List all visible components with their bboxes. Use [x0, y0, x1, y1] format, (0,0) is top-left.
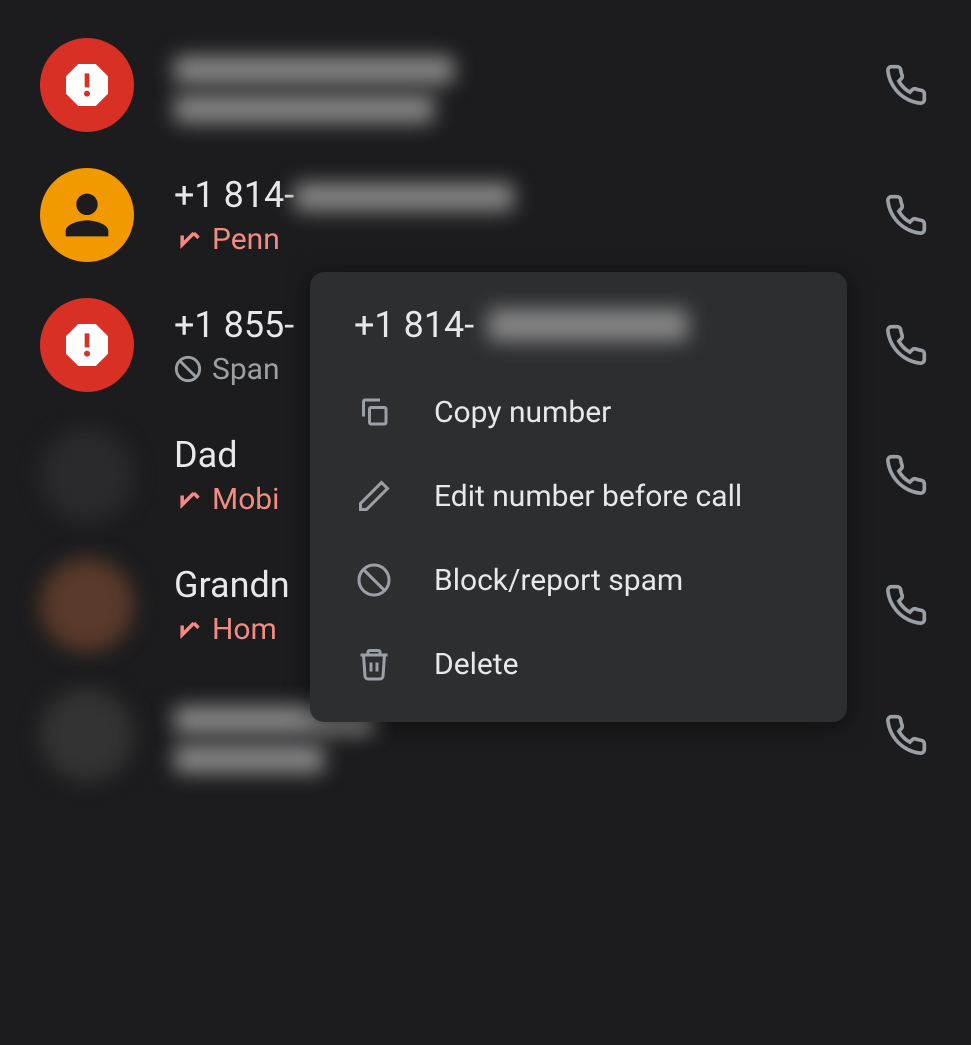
contact-avatar [40, 428, 134, 522]
phone-icon [884, 63, 928, 107]
menu-label: Block/report spam [434, 563, 683, 598]
missed-call-icon [174, 485, 202, 513]
menu-copy-number[interactable]: Copy number [310, 370, 847, 454]
call-title [174, 47, 881, 89]
menu-edit-number[interactable]: Edit number before call [310, 454, 847, 538]
call-subtitle: Penn [174, 222, 881, 257]
obscured-text [488, 309, 688, 341]
menu-delete[interactable]: Delete [310, 622, 847, 706]
phone-icon [884, 323, 928, 367]
call-title: +1 814- [174, 174, 881, 216]
contact-avatar [40, 558, 134, 652]
trash-icon [354, 644, 394, 684]
alert-octagon-icon [59, 57, 115, 113]
missed-call-icon [174, 225, 202, 253]
call-button[interactable] [881, 580, 931, 630]
call-subtitle [174, 745, 881, 773]
person-avatar [40, 168, 134, 262]
call-button[interactable] [881, 710, 931, 760]
obscured-text [174, 56, 454, 84]
missed-call-icon [174, 615, 202, 643]
menu-label: Edit number before call [434, 479, 742, 514]
call-row[interactable] [0, 20, 971, 150]
call-row[interactable]: +1 814- Penn [0, 150, 971, 280]
call-subtitle [174, 95, 881, 123]
spam-avatar [40, 38, 134, 132]
phone-icon [884, 713, 928, 757]
call-button[interactable] [881, 190, 931, 240]
obscured-text [174, 95, 434, 123]
copy-icon [354, 392, 394, 432]
call-button[interactable] [881, 320, 931, 370]
alert-octagon-icon [59, 317, 115, 373]
pencil-icon [354, 476, 394, 516]
obscured-text [174, 745, 324, 773]
spam-avatar [40, 298, 134, 392]
obscured-text [294, 183, 514, 211]
phone-icon [884, 583, 928, 627]
block-icon [354, 560, 394, 600]
person-icon [55, 183, 119, 247]
phone-icon [884, 193, 928, 237]
call-row-text: +1 814- Penn [174, 174, 881, 257]
menu-title: +1 814- [310, 304, 847, 370]
phone-icon [884, 453, 928, 497]
block-icon [174, 355, 202, 383]
call-button[interactable] [881, 450, 931, 500]
contact-avatar [40, 688, 134, 782]
call-row-text [174, 47, 881, 123]
menu-label: Delete [434, 647, 519, 682]
context-menu: +1 814- Copy number Edit number before c… [310, 272, 847, 722]
call-button[interactable] [881, 60, 931, 110]
menu-block-spam[interactable]: Block/report spam [310, 538, 847, 622]
menu-label: Copy number [434, 395, 611, 430]
